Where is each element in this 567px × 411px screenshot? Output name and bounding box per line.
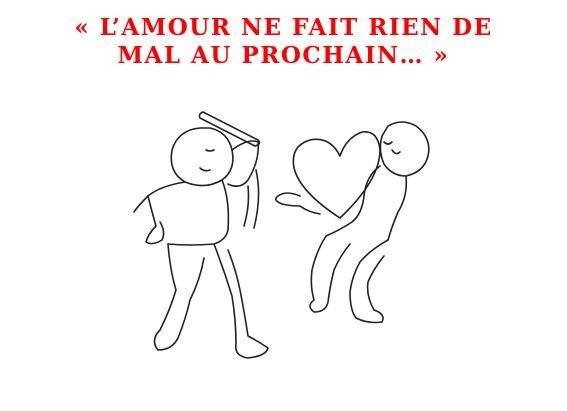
right-man-head [379, 121, 430, 177]
line-art-illustration [133, 111, 430, 359]
heart-icon [292, 131, 381, 219]
man-with-heart [274, 121, 430, 324]
left-man-head [170, 127, 234, 187]
man-with-baton [133, 111, 269, 359]
